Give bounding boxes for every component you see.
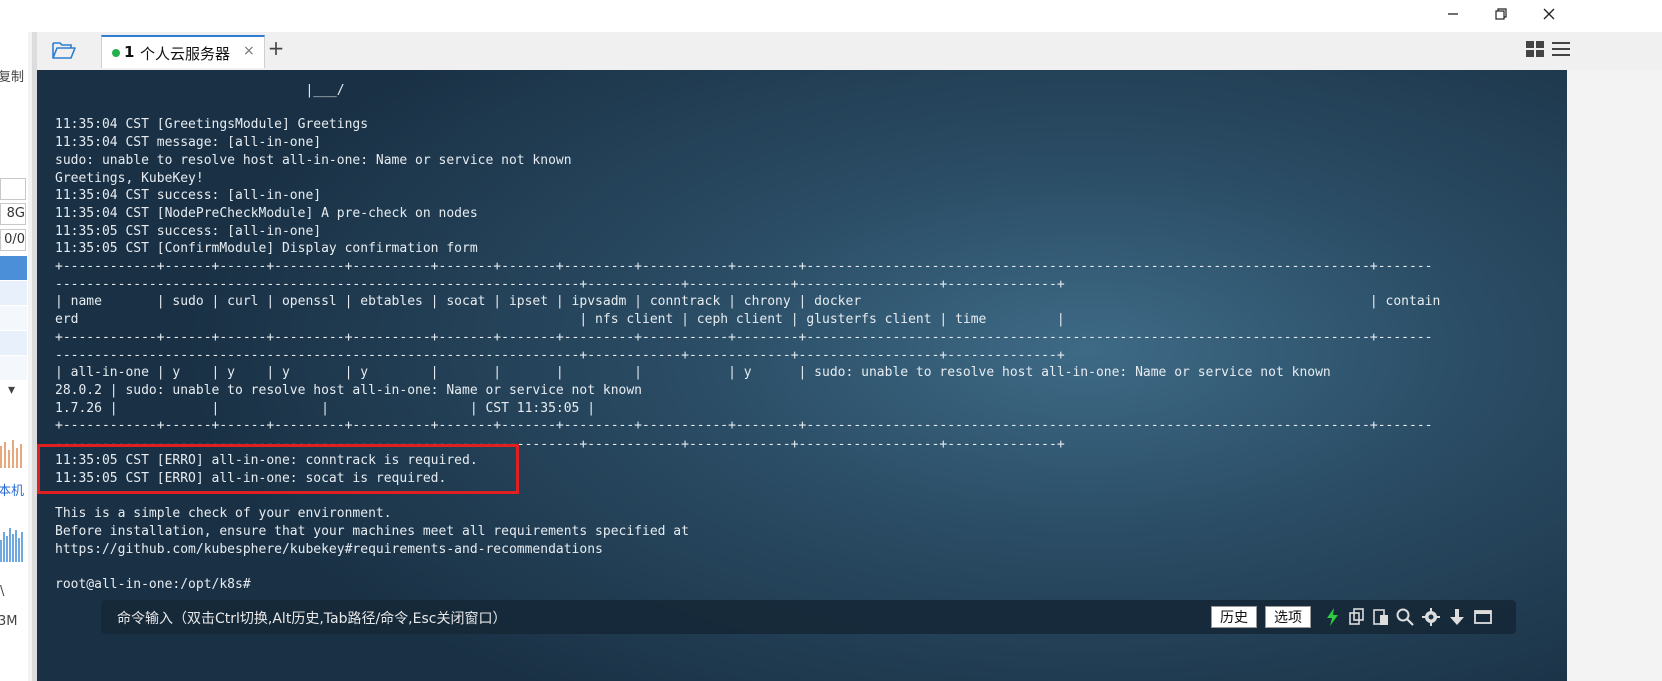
list-row-selected[interactable] — [0, 256, 27, 280]
tab-label: 个人云服务器 — [140, 45, 231, 63]
tab-close-icon[interactable]: × — [243, 43, 255, 59]
terminal-line: 11:35:04 CST [GreetingsModule] Greetings — [55, 117, 369, 132]
dropdown-chevron-icon[interactable]: ▾ — [8, 382, 15, 398]
connection-status-dot — [112, 49, 120, 57]
list-layout-icon[interactable] — [1551, 40, 1571, 58]
window-titlebar — [0, 0, 1662, 32]
size-value: 3M — [0, 614, 18, 629]
grid-layout-icon[interactable] — [1525, 40, 1545, 58]
terminal-line: ----------------------------------------… — [55, 348, 1065, 363]
terminal-line: | all-in-one | y | y | y | y | | | | | y… — [55, 365, 1331, 380]
lightning-icon[interactable] — [1323, 607, 1343, 627]
terminal-line: 11:35:04 CST [NodePreCheckModule] A pre-… — [55, 206, 478, 221]
this-machine-label[interactable]: 本机 — [0, 480, 24, 499]
search-icon[interactable] — [1395, 607, 1415, 627]
terminal-line: 11:35:05 CST [ConfirmModule] Display con… — [55, 241, 478, 256]
error-highlight-box — [37, 444, 519, 494]
folder-open-icon[interactable] — [51, 38, 77, 62]
terminal-line: erd | nfs client | ceph client | gluster… — [55, 312, 1065, 327]
copy-label[interactable]: 复制 — [0, 66, 24, 85]
download-icon[interactable] — [1447, 607, 1467, 627]
left-input-box[interactable] — [0, 178, 26, 200]
add-tab-icon[interactable]: + — [265, 36, 287, 60]
copy-icon[interactable] — [1347, 607, 1367, 627]
restore-icon[interactable] — [1484, 4, 1518, 28]
minimize-icon[interactable] — [1436, 4, 1470, 28]
terminal-line: +------------+------+------+---------+--… — [55, 259, 1433, 274]
terminal-line: sudo: unable to resolve host all-in-one:… — [55, 153, 572, 168]
window-icon[interactable] — [1473, 607, 1493, 627]
tab-number: 1 — [124, 43, 135, 61]
terminal-line: | name | sudo | curl | openssl | ebtable… — [55, 294, 1441, 309]
list-row[interactable] — [0, 356, 27, 380]
memory-value: 8G — [0, 203, 26, 225]
right-gutter — [1567, 70, 1662, 681]
command-input-bar[interactable]: 命令输入（双击Ctrl切换,Alt历史,Tab路径/命令,Esc关闭窗口） 历史… — [101, 600, 1516, 634]
terminal-line: 11:35:04 CST message: [all-in-one] — [55, 135, 322, 150]
ratio-value: 0/0 — [0, 229, 26, 251]
options-button[interactable]: 选项 — [1265, 606, 1311, 628]
tab-bar: 1 个人云服务器 × + — [37, 32, 1662, 71]
terminal-line: 11:35:04 CST success: [all-in-one] — [55, 188, 322, 203]
list-row[interactable] — [0, 331, 27, 355]
marker-glyph: \ — [0, 584, 5, 599]
terminal-line: +------------+------+------+---------+--… — [55, 418, 1433, 433]
terminal-line: 28.0.2 | sudo: unable to resolve host al… — [55, 383, 642, 398]
terminal-line: 1.7.26 | | | | CST 11:35:05 | — [55, 401, 596, 416]
mini-bar-chart — [0, 434, 26, 468]
terminal-line: Before installation, ensure that your ma… — [55, 524, 689, 539]
terminal-line: |___/ — [55, 83, 345, 98]
terminal-line: This is a simple check of your environme… — [55, 506, 392, 521]
list-row[interactable] — [0, 306, 27, 330]
history-button[interactable]: 历史 — [1211, 606, 1257, 628]
terminal-line: 11:35:05 CST success: [all-in-one] — [55, 224, 322, 239]
terminal-line: ----------------------------------------… — [55, 277, 1065, 292]
terminal-line: Greetings, KubeKey! — [55, 171, 204, 186]
terminal-line: https://github.com/kubesphere/kubekey#re… — [55, 542, 603, 557]
mini-network-chart — [0, 522, 26, 562]
paste-icon[interactable] — [1371, 607, 1391, 627]
terminal-line: +------------+------+------+---------+--… — [55, 330, 1433, 345]
left-side-panel: 复制 8G 0/0 ▾ 本机 \ 3M — [0, 32, 28, 681]
close-icon[interactable] — [1532, 4, 1566, 28]
list-row[interactable] — [0, 281, 27, 305]
gear-icon[interactable] — [1421, 607, 1441, 627]
terminal-output[interactable]: |___/ 11:35:04 CST [GreetingsModule] Gree… — [37, 70, 1567, 681]
tab-personal-cloud-server[interactable]: 1 个人云服务器 × — [101, 35, 265, 68]
command-input-placeholder[interactable]: 命令输入（双击Ctrl切换,Alt历史,Tab路径/命令,Esc关闭窗口） — [117, 608, 506, 628]
terminal-line: root@all-in-one:/opt/k8s# — [55, 577, 251, 592]
